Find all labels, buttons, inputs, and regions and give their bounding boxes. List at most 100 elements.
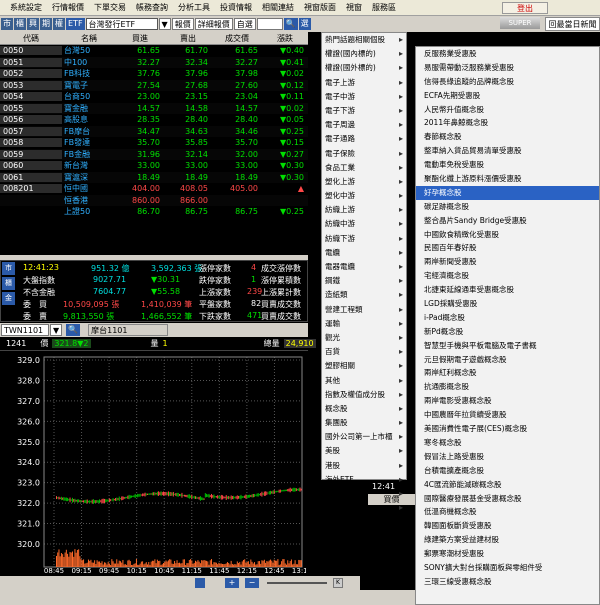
concept-menu-item[interactable]: 中國飲食精緻化受惠股 bbox=[416, 228, 599, 242]
tab-quote[interactable]: 報價 bbox=[171, 18, 194, 30]
category-menu-item[interactable]: 熱門話題相關個股 bbox=[322, 33, 406, 47]
side-other-button[interactable]: 金 bbox=[2, 292, 15, 305]
concept-menu-item[interactable]: 4C匯流節能減碳概念股 bbox=[416, 478, 599, 492]
concept-menu-item[interactable]: 韓國面板斷貨受惠股 bbox=[416, 519, 599, 533]
category-menu-item[interactable]: 電子中游 bbox=[322, 90, 406, 104]
concept-menu-item[interactable]: 美國消費性電子展(CES)概念股 bbox=[416, 422, 599, 436]
menu-quotes[interactable]: 行情報價 bbox=[52, 2, 84, 13]
concept-menu-item[interactable]: 台積電擴產概念股 bbox=[416, 464, 599, 478]
menu-info[interactable]: 投資情報 bbox=[220, 2, 252, 13]
concept-menu-item[interactable]: i-Pad概念股 bbox=[416, 311, 599, 325]
menu-order[interactable]: 下單交易 bbox=[94, 2, 126, 13]
category-menu-item[interactable]: 港股 bbox=[322, 459, 406, 473]
concept-menu-item[interactable]: 民國百年春好股 bbox=[416, 241, 599, 255]
concept-menu-item[interactable]: 寒冬概念股 bbox=[416, 436, 599, 450]
concept-menu-item[interactable]: 郵票寒潮材受惠股 bbox=[416, 547, 599, 561]
concept-menu-item[interactable]: LGD採購受惠股 bbox=[416, 297, 599, 311]
concept-menu-item[interactable]: 元旦假期電子遊戲概念股 bbox=[416, 353, 599, 367]
concept-menu-item[interactable]: 整車納入貨品貿易清單受惠股 bbox=[416, 144, 599, 158]
col-last[interactable]: 成交價 bbox=[212, 32, 262, 44]
concept-menu-item[interactable]: 反服務業受惠股 bbox=[416, 47, 599, 61]
input-box[interactable] bbox=[256, 18, 283, 30]
etf-button[interactable]: ETF bbox=[66, 18, 85, 30]
category-menu-item[interactable]: 塑化上游 bbox=[322, 175, 406, 189]
tab-detail-quote[interactable]: 詳細報價 bbox=[194, 18, 233, 30]
category-menu-item[interactable]: 電子下游 bbox=[322, 104, 406, 118]
menu-layout[interactable]: 視窗版面 bbox=[304, 2, 336, 13]
category-menu-item[interactable]: 觀光 bbox=[322, 331, 406, 345]
concept-menu-item[interactable]: 中國農曆年拉貨續受惠股 bbox=[416, 408, 599, 422]
category-menu-item[interactable]: 電纜 bbox=[322, 246, 406, 260]
category-menu-item[interactable]: 電子保險 bbox=[322, 147, 406, 161]
category-menu-item[interactable]: 電子周邊 bbox=[322, 118, 406, 132]
k-button[interactable]: K bbox=[333, 578, 343, 588]
concept-menu-item[interactable]: 兩岸紅利概念股 bbox=[416, 366, 599, 380]
concept-menu-item[interactable]: 人民幣升值概念股 bbox=[416, 103, 599, 117]
col-name[interactable]: 名稱 bbox=[62, 32, 116, 44]
category-menu-item[interactable]: 海外REITs bbox=[322, 501, 406, 515]
concept-menu-item[interactable]: ECFA先期受惠股 bbox=[416, 89, 599, 103]
menu-system[interactable]: 系統設定 bbox=[10, 2, 42, 13]
col-bid[interactable]: 買進 bbox=[116, 32, 164, 44]
concept-menu-item[interactable]: 春節概念股 bbox=[416, 130, 599, 144]
category-menu-item[interactable]: 紡織上游 bbox=[322, 203, 406, 217]
zoom-slider[interactable] bbox=[267, 582, 327, 584]
news-button[interactable]: 回最當日新聞 bbox=[545, 17, 600, 31]
market-emerging-button[interactable]: 興 bbox=[27, 18, 39, 30]
concept-menu-item[interactable]: 好孕概念股 bbox=[416, 185, 599, 200]
option-button[interactable]: 選 bbox=[298, 18, 311, 30]
tab-watchlist[interactable]: 自選 bbox=[233, 18, 256, 30]
concept-menu-item[interactable]: 宅經濟概念股 bbox=[416, 269, 599, 283]
search-icon[interactable]: 🔍 bbox=[66, 324, 81, 336]
category-menu-item[interactable]: 海外ETF bbox=[322, 473, 406, 487]
category-select[interactable]: 台灣發行ETF bbox=[85, 18, 158, 30]
table-row[interactable]: 0054 台商50 23.00 23.15 23.04 ▼0.11 bbox=[0, 91, 308, 103]
col-ask[interactable]: 賣出 bbox=[164, 32, 212, 44]
scroll-left-icon[interactable] bbox=[195, 578, 205, 588]
category-menu-item[interactable]: 電器電纜 bbox=[322, 260, 406, 274]
concept-menu-item[interactable]: 兩岸電影受惠概念股 bbox=[416, 394, 599, 408]
table-row[interactable]: 0056 高股息 28.35 28.40 28.40 ▼0.05 bbox=[0, 114, 308, 126]
concept-menu-item[interactable]: 聚酯化纖上游原料漲價受惠股 bbox=[416, 172, 599, 186]
category-menu-item[interactable]: 鋼鐵 bbox=[322, 274, 406, 288]
concept-menu-item[interactable]: 碳足跡概念股 bbox=[416, 200, 599, 214]
table-row[interactable]: 0059 FB金融 31.96 32.14 32.00 ▼0.27 bbox=[0, 148, 308, 160]
table-row[interactable]: 0055 寶金融 14.57 14.58 14.57 ▼0.02 bbox=[0, 102, 308, 114]
category-menu-item[interactable]: 其他 bbox=[322, 374, 406, 388]
table-row[interactable]: 0053 寶電子 27.54 27.68 27.60 ▼0.12 bbox=[0, 79, 308, 91]
table-row[interactable]: 0051 中100 32.27 32.34 32.27 ▼0.41 bbox=[0, 56, 308, 68]
zoom-out-icon[interactable]: − bbox=[245, 578, 259, 588]
category-menu-item[interactable]: 紡織中游 bbox=[322, 217, 406, 231]
market-options-button[interactable]: 權 bbox=[53, 18, 65, 30]
concept-menu-item[interactable]: 低溫商機概念股 bbox=[416, 505, 599, 519]
table-row[interactable]: 0061 寶滬深 18.49 18.49 18.49 ▼0.30 bbox=[0, 171, 308, 183]
category-menu-item[interactable]: 概念股 bbox=[322, 402, 406, 416]
table-row[interactable]: 0057 FB摩台 34.47 34.63 34.46 ▼0.25 bbox=[0, 125, 308, 137]
side-market-button[interactable]: 市 bbox=[2, 262, 15, 275]
chevron-down-icon[interactable]: ▼ bbox=[158, 18, 171, 30]
category-menu-item[interactable]: 海外ADR bbox=[322, 487, 406, 501]
category-menu-item[interactable]: 指數及權值成分股 bbox=[322, 388, 406, 402]
intraday-chart[interactable]: 329.0 328.0 327.0 326.0 325.0 324.0 323.0 322.0… bbox=[0, 351, 312, 576]
menu-window[interactable]: 視窗 bbox=[346, 2, 362, 13]
menu-analysis[interactable]: 分析工具 bbox=[178, 2, 210, 13]
category-menu-item[interactable]: 食品工業 bbox=[322, 161, 406, 175]
market-futures-button[interactable]: 期 bbox=[40, 18, 52, 30]
concept-menu-item[interactable]: 信得長綠追蹤的品牌概念股 bbox=[416, 75, 599, 89]
logout-button[interactable]: 登出 bbox=[502, 2, 548, 14]
concept-menu-item[interactable]: 電動車免稅受惠股 bbox=[416, 158, 599, 172]
concept-menu-item[interactable]: 2011年鼻鯨概念股 bbox=[416, 116, 599, 130]
table-row[interactable]: 上證50 86.70 86.75 86.75 ▼0.25 bbox=[0, 206, 308, 218]
menu-service[interactable]: 服務區 bbox=[372, 2, 396, 13]
concept-menu-item[interactable]: 整合晶片Sandy Bridge受惠股 bbox=[416, 214, 599, 228]
concept-menu-item[interactable]: 抗通膨概念股 bbox=[416, 380, 599, 394]
category-menu-item[interactable]: 百貨 bbox=[322, 345, 406, 359]
concept-menu-item[interactable]: 兩岸新聞受惠股 bbox=[416, 255, 599, 269]
zoom-in-icon[interactable]: + bbox=[225, 578, 239, 588]
chart-symbol-input[interactable]: TWN1101 bbox=[1, 324, 49, 336]
category-menu-item[interactable]: 電子通路 bbox=[322, 132, 406, 146]
concept-menu-item[interactable]: 國際醫療發展基金受惠概念股 bbox=[416, 492, 599, 506]
concept-menu-item[interactable]: 易服需帶動泛服務業受惠股 bbox=[416, 61, 599, 75]
menu-account[interactable]: 帳務查詢 bbox=[136, 2, 168, 13]
market-tse-button[interactable]: 市 bbox=[1, 18, 13, 30]
